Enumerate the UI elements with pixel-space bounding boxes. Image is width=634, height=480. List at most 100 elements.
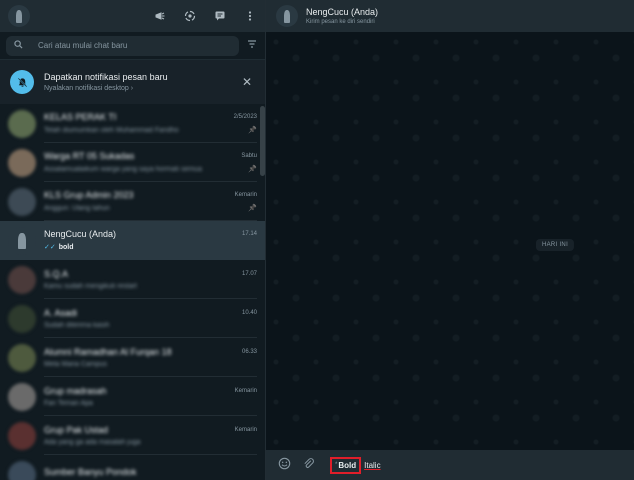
chat-item[interactable]: KLS Grup Admin 2023 Kemarin Anggun: Ulang … bbox=[0, 182, 265, 221]
notification-title: Dapatkan notifikasi pesan baru bbox=[44, 72, 168, 82]
chat-item[interactable]: Grup madrasah Kemarin Fan Teman Apa bbox=[0, 377, 265, 416]
chat-item[interactable]: S.Q.A 17.07 Kamu sudah mengikuti restart bbox=[0, 260, 265, 299]
header-actions bbox=[153, 9, 257, 23]
chat-body: Alumni Ramadhan Al Furqan 18 06.33 Meta Ma… bbox=[44, 338, 257, 377]
chat-item[interactable]: Alumni Ramadhan Al Furqan 18 06.33 Meta Ma… bbox=[0, 338, 265, 377]
chat-avatar bbox=[8, 265, 36, 294]
chat-time: 10.40 bbox=[241, 309, 257, 316]
chat-avatar bbox=[8, 304, 36, 333]
asterisk-marker: * bbox=[335, 462, 338, 468]
conversation-header[interactable]: NengCucu (Anda) Kirim pesan ke diri send… bbox=[266, 0, 634, 32]
search-input[interactable] bbox=[38, 41, 231, 50]
chat-avatar bbox=[8, 421, 36, 450]
chat-time: 17.14 bbox=[241, 231, 257, 237]
chat-time: 06.33 bbox=[241, 348, 257, 355]
chat-time: Kemarin bbox=[234, 192, 257, 198]
notification-banner[interactable]: Dapatkan notifikasi pesan baru Nyalakan … bbox=[0, 60, 265, 104]
chat-body: KELAS PERAK TI 2/5/2023 Telah diumumkan ol… bbox=[44, 104, 257, 143]
my-avatar[interactable] bbox=[8, 5, 30, 27]
search-row bbox=[0, 32, 265, 60]
chat-time: 17.07 bbox=[241, 270, 257, 277]
chat-preview: Assalamualaikum warga yang saya hormati … bbox=[44, 165, 202, 173]
message-input[interactable]: * Bold Italic bbox=[324, 455, 624, 475]
attach-icon[interactable] bbox=[300, 457, 316, 473]
chat-item[interactable]: KELAS PERAK TI 2/5/2023 Telah diumumkan ol… bbox=[0, 104, 265, 143]
chat-name: KLS Grup Admin 2023 bbox=[44, 190, 134, 200]
chat-avatar bbox=[8, 226, 36, 255]
chat-preview: Anggun: Ulang tahun bbox=[44, 204, 110, 212]
chat-body: NengCucu (Anda) 17.14 ✓✓ bold bbox=[44, 221, 257, 260]
italic-text: Italic bbox=[364, 460, 381, 470]
bold-highlight-box: * Bold bbox=[330, 456, 362, 474]
chat-time: Kemarin bbox=[234, 426, 257, 433]
chat-name: A. Asadi bbox=[44, 307, 78, 318]
chat-body: Warga RT 05 Sukadas Sabtu Assalamualaikum … bbox=[44, 143, 257, 182]
contact-subtitle: Kirim pesan ke diri sendiri bbox=[306, 19, 375, 25]
chat-preview-text: bold bbox=[58, 244, 74, 251]
chat-item[interactable]: NengCucu (Anda) 17.14 ✓✓ bold bbox=[0, 221, 265, 260]
chat-avatar bbox=[8, 460, 36, 480]
chat-avatar bbox=[8, 148, 36, 177]
read-receipt-icon: ✓✓ bbox=[44, 244, 56, 251]
notification-link[interactable]: Nyalakan notifikasi desktop › bbox=[44, 85, 239, 92]
chat-name: NengCucu (Anda) bbox=[44, 229, 117, 239]
chat-avatar bbox=[8, 343, 36, 372]
close-icon[interactable]: ✕ bbox=[239, 75, 255, 89]
chat-name: Grup madrasah bbox=[44, 385, 107, 396]
whatsapp-app: Dapatkan notifikasi pesan baru Nyalakan … bbox=[0, 0, 634, 480]
date-chip: HARI INI bbox=[535, 239, 575, 251]
chat-list-scrollbar[interactable] bbox=[260, 106, 265, 176]
chat-body: Sumber Banyu Pondok bbox=[44, 455, 257, 480]
message-area: HARI INI bbox=[266, 32, 634, 450]
chat-item[interactable]: Sumber Banyu Pondok bbox=[0, 455, 265, 480]
chat-time: 2/5/2023 bbox=[233, 114, 257, 120]
chat-name: Alumni Ramadhan Al Furqan 18 bbox=[44, 346, 172, 357]
chat-item[interactable]: A. Asadi 10.40 Sudah diterima kasih bbox=[0, 299, 265, 338]
compose-bar: * Bold Italic bbox=[266, 450, 634, 480]
chat-preview: Fan Teman Apa bbox=[44, 399, 93, 407]
conversation-pane: NengCucu (Anda) Kirim pesan ke diri send… bbox=[266, 0, 634, 480]
menu-icon[interactable] bbox=[243, 9, 257, 23]
chat-body: KLS Grup Admin 2023 Kemarin Anggun: Ulang … bbox=[44, 182, 257, 221]
chat-preview: Meta Maria Campus bbox=[44, 360, 108, 368]
chat-name: Sumber Banyu Pondok bbox=[44, 467, 137, 477]
emoji-icon[interactable] bbox=[276, 457, 292, 473]
chat-time: Kemarin bbox=[234, 387, 257, 394]
chat-preview: ✓✓ bold bbox=[44, 243, 257, 251]
pin-icon: 📌 bbox=[248, 166, 257, 173]
filter-icon[interactable] bbox=[245, 39, 259, 52]
contact-name: NengCucu (Anda) bbox=[306, 7, 379, 17]
chat-item[interactable]: Warga RT 05 Sukadas Sabtu Assalamualaikum … bbox=[0, 143, 265, 182]
chat-preview: Telah diumumkan oleh Muhammad Faridho bbox=[44, 126, 179, 134]
notification-text: Dapatkan notifikasi pesan baru Nyalakan … bbox=[44, 72, 239, 92]
contact-avatar[interactable] bbox=[276, 5, 298, 27]
pin-icon: 📌 bbox=[248, 127, 257, 134]
chat-avatar bbox=[8, 187, 36, 216]
chat-avatar bbox=[8, 109, 36, 138]
search-box[interactable] bbox=[6, 35, 239, 56]
chat-list-pane: Dapatkan notifikasi pesan baru Nyalakan … bbox=[0, 0, 266, 480]
pin-icon: 📌 bbox=[248, 205, 257, 212]
chat-item[interactable]: Grup Pak Ustad Kemarin Ada yang ga ada mas… bbox=[0, 416, 265, 455]
chat-preview: Ada yang ga ada masalah juga bbox=[44, 438, 141, 446]
chat-name: KELAS PERAK TI bbox=[44, 112, 117, 122]
bold-text: Bold bbox=[338, 460, 357, 470]
left-header bbox=[0, 0, 265, 32]
communities-icon[interactable] bbox=[153, 9, 167, 23]
chat-name: S.Q.A bbox=[44, 268, 69, 279]
chat-preview: Kamu sudah mengikuti restart bbox=[44, 282, 137, 290]
chat-body: Grup madrasah Kemarin Fan Teman Apa bbox=[44, 377, 257, 416]
bell-off-icon bbox=[10, 70, 34, 94]
chat-body: S.Q.A 17.07 Kamu sudah mengikuti restart bbox=[44, 260, 257, 299]
chat-list: KELAS PERAK TI 2/5/2023 Telah diumumkan ol… bbox=[0, 104, 265, 480]
new-chat-icon[interactable] bbox=[213, 9, 227, 23]
chat-preview: Sudah diterima kasih bbox=[44, 321, 110, 329]
chat-name: Grup Pak Ustad bbox=[44, 424, 109, 435]
chat-name: Warga RT 05 Sukadas bbox=[44, 151, 135, 161]
conversation-header-text: NengCucu (Anda) Kirim pesan ke diri send… bbox=[306, 7, 378, 25]
search-icon bbox=[14, 39, 28, 52]
chat-body: A. Asadi 10.40 Sudah diterima kasih bbox=[44, 299, 257, 338]
status-icon[interactable] bbox=[183, 9, 197, 23]
chat-avatar bbox=[8, 382, 36, 411]
chat-time: Sabtu bbox=[241, 153, 257, 159]
